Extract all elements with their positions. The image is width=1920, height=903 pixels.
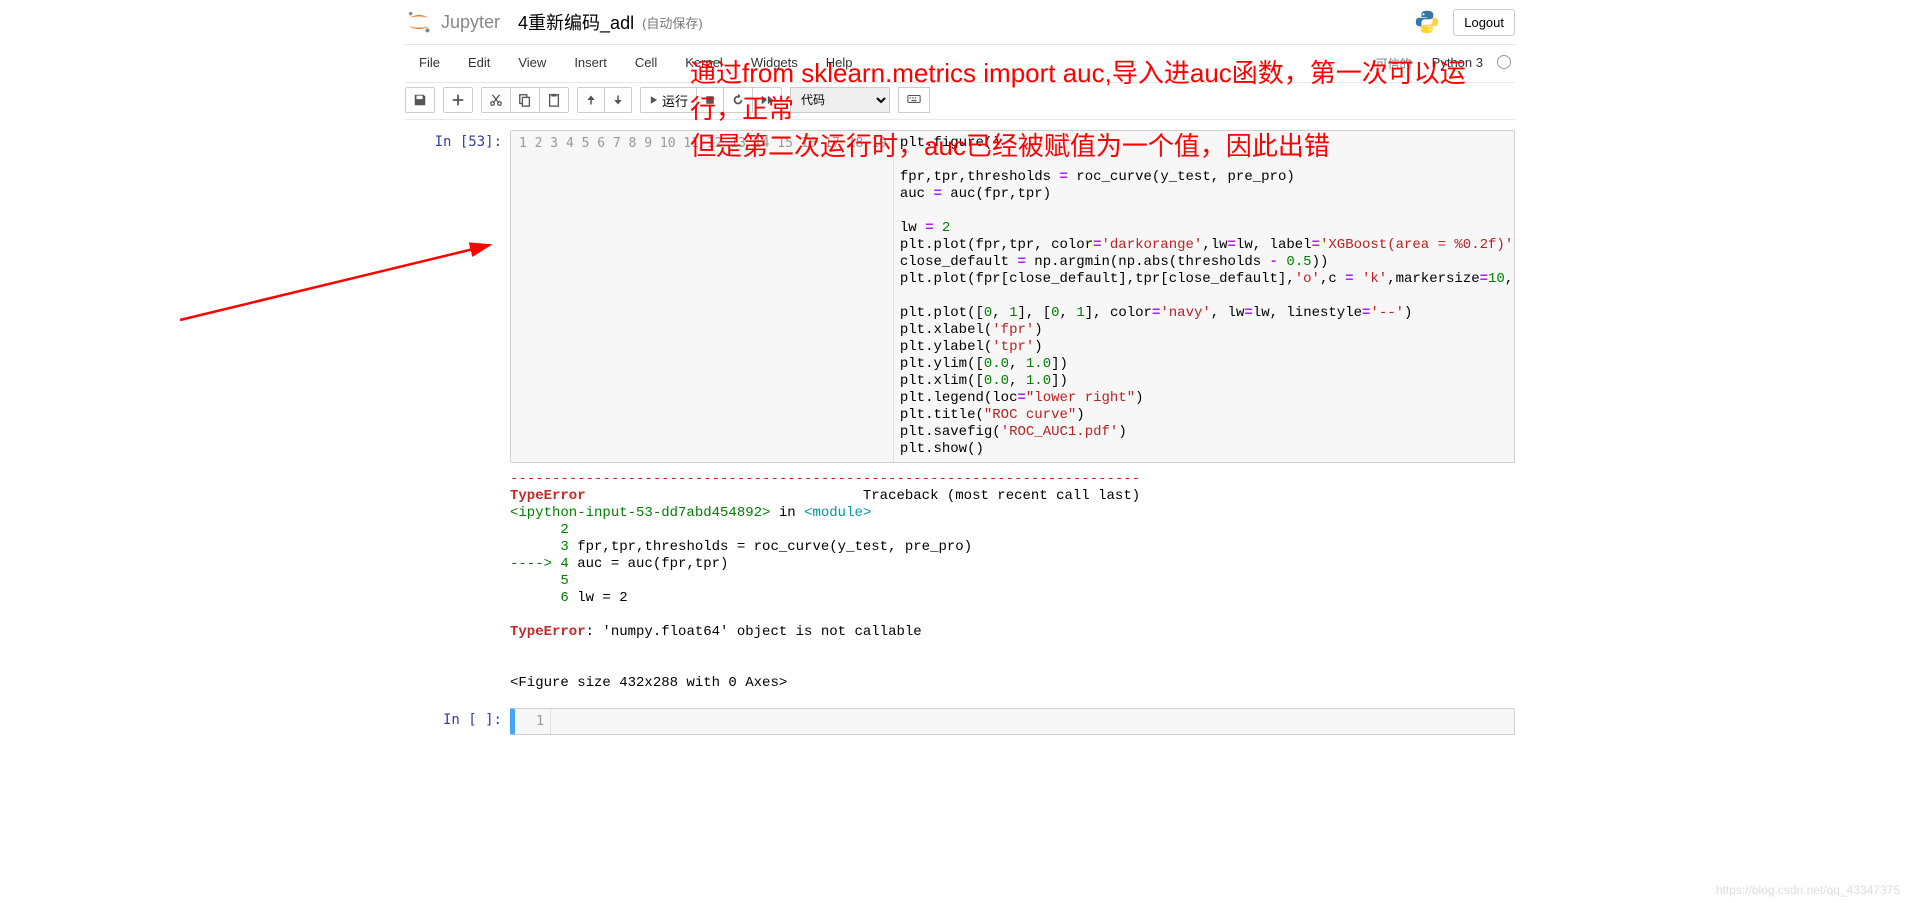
copy-icon [518,93,532,107]
save-button[interactable] [405,87,435,113]
move-up-button[interactable] [577,87,605,113]
run-button[interactable]: 运行 [640,87,697,113]
menubar: File Edit View Insert Cell Kernel Widget… [405,45,1515,83]
menu-kernel[interactable]: Kernel [671,49,737,78]
celltype-select[interactable]: 代码 [790,87,890,113]
paste-icon [547,93,561,107]
paste-button[interactable] [539,87,569,113]
move-down-button[interactable] [604,87,632,113]
python-icon [1413,8,1441,36]
fast-forward-icon [760,93,774,107]
notebook-area: In [53]: 1 2 3 4 5 6 7 8 9 10 11 12 13 1… [405,120,1515,745]
arrow-down-icon [612,94,624,106]
input-area[interactable]: 1 2 3 4 5 6 7 8 9 10 11 12 13 14 15 16 1… [510,130,1515,463]
input-prompt: In [ ]: [405,708,510,735]
cell-output: ----------------------------------------… [510,465,1515,698]
menu-view[interactable]: View [504,49,560,78]
command-palette-button[interactable] [898,87,930,113]
line-gutter: 1 [515,709,551,734]
notebook-name[interactable]: 4重新编码_adl [518,9,634,35]
restart-icon [731,93,745,107]
kernel-name[interactable]: Python 3 [1422,49,1493,78]
keyboard-icon [907,92,921,106]
cut-icon [489,93,503,107]
logout-button[interactable]: Logout [1453,9,1515,36]
kernel-idle-icon[interactable] [1497,55,1511,69]
menu-file[interactable]: File [405,49,454,78]
save-icon [413,93,427,107]
restart-run-button[interactable] [752,87,782,113]
jupyter-icon [405,8,433,36]
jupyter-text: Jupyter [441,12,500,33]
line-gutter: 1 2 3 4 5 6 7 8 9 10 11 12 13 14 15 16 1… [511,131,894,462]
input-prompt: In [53]: [405,130,510,463]
menu-help[interactable]: Help [812,49,867,78]
toolbar: 运行 代码 [405,83,1515,120]
trusted-indicator[interactable]: 可信的 [1366,49,1422,78]
jupyter-logo[interactable]: Jupyter [405,8,500,36]
code-editor[interactable]: plt.figure() fpr,tpr,thresholds = roc_cu… [894,131,1514,462]
interrupt-button[interactable] [696,87,724,113]
menu-widgets[interactable]: Widgets [737,49,812,78]
run-icon [649,95,659,105]
code-cell[interactable]: In [53]: 1 2 3 4 5 6 7 8 9 10 11 12 13 1… [405,130,1515,463]
empty-code-cell[interactable]: In [ ]: 1 [405,708,1515,735]
cut-button[interactable] [481,87,511,113]
stop-icon [704,94,716,106]
autosave-status: (自动保存) [642,13,703,32]
menu-edit[interactable]: Edit [454,49,504,78]
menu-insert[interactable]: Insert [560,49,621,78]
plus-icon [451,93,465,107]
watermark: https://blog.csdn.net/qq_43347375 [1716,883,1900,897]
copy-button[interactable] [510,87,540,113]
notebook-header: Jupyter 4重新编码_adl (自动保存) Logout [405,0,1515,45]
menu-cell[interactable]: Cell [621,49,671,78]
add-cell-button[interactable] [443,87,473,113]
input-area[interactable]: 1 [510,708,1515,735]
restart-button[interactable] [723,87,753,113]
code-editor[interactable] [551,709,1514,734]
arrow-up-icon [585,94,597,106]
